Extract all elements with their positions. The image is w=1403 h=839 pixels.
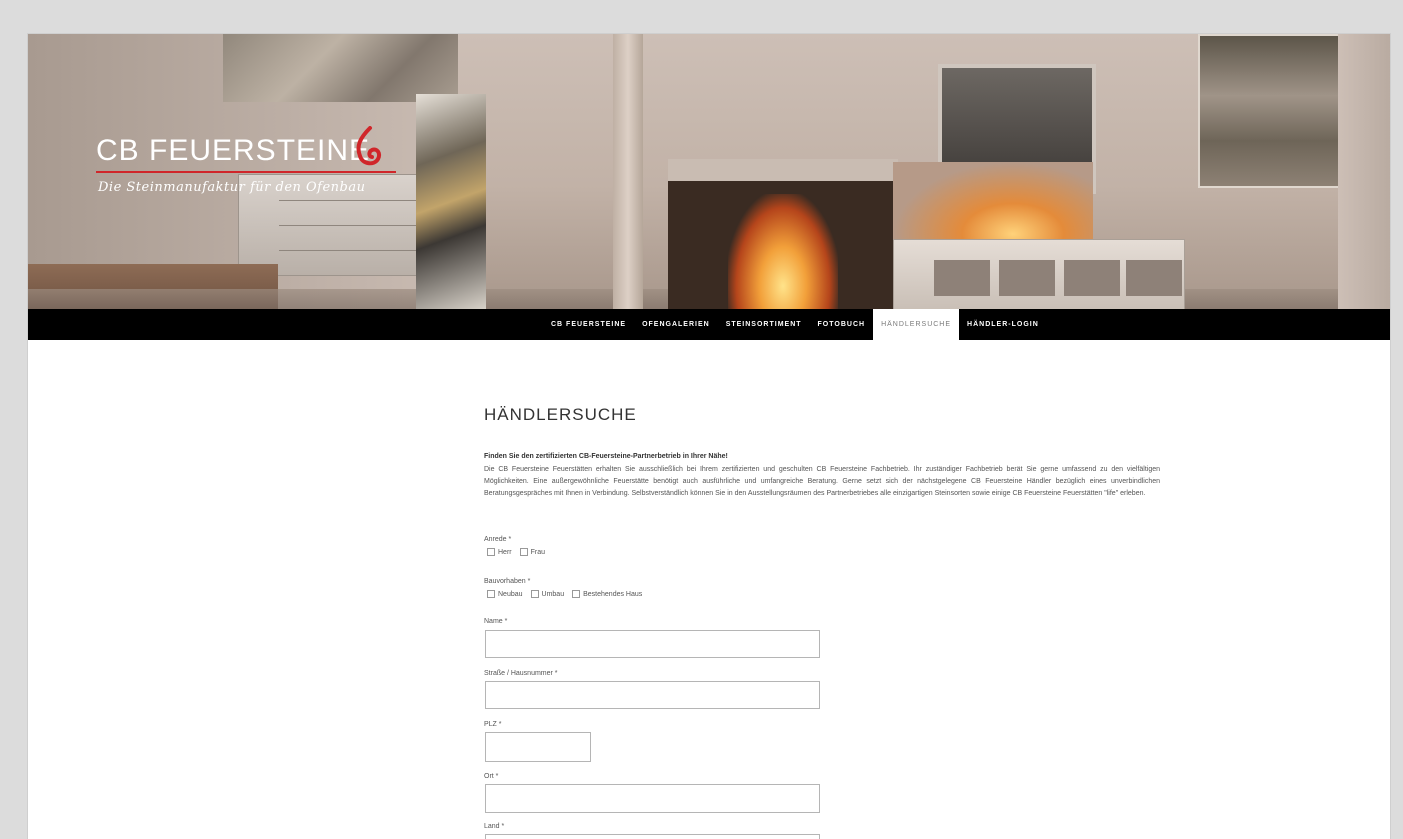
nav-item-haendler-login[interactable]: HÄNDLER-LOGIN: [959, 309, 1047, 340]
nav-items: CB FEUERSTEINE OFENGALERIEN STEINSORTIME…: [543, 309, 1047, 340]
land-input[interactable]: [485, 834, 820, 839]
land-label: Land *: [484, 823, 505, 830]
flame-icon: [356, 126, 382, 166]
brand-logo-title[interactable]: CB FEUERSTEINE: [96, 134, 370, 168]
anrede-option-frau[interactable]: Frau: [519, 548, 546, 556]
checkbox-icon[interactable]: [487, 590, 495, 598]
checkbox-icon[interactable]: [530, 590, 539, 598]
page-frame: CB FEUERSTEINE Die Steinmanufaktur für d…: [28, 34, 1390, 839]
brand-rule: [96, 171, 396, 173]
banner-portrait: [1198, 34, 1340, 188]
bauvorhaben-label: Bauvorhaben *: [484, 578, 531, 585]
option-label: Umbau: [541, 590, 565, 598]
ort-label: Ort *: [484, 773, 499, 780]
banner-panel-art: [416, 94, 486, 309]
header-banner: CB FEUERSTEINE Die Steinmanufaktur für d…: [28, 34, 1390, 309]
banner-wall-right: [1338, 34, 1390, 309]
checkbox-icon[interactable]: [487, 548, 495, 556]
checkbox-icon[interactable]: [572, 590, 581, 598]
option-label: Bestehendes Haus: [583, 590, 643, 598]
plz-input[interactable]: [485, 732, 591, 762]
plz-label: PLZ *: [484, 721, 502, 728]
anrede-option-herr[interactable]: Herr: [487, 548, 512, 556]
option-label: Frau: [530, 548, 546, 556]
checkbox-icon[interactable]: [519, 548, 528, 556]
banner-sideboard: [893, 239, 1185, 309]
nav-item-cb-feuersteine[interactable]: CB FEUERSTEINE: [543, 309, 634, 340]
intro-text: Die CB Feuersteine Feuerstätten erhalten…: [484, 466, 1160, 497]
nav-item-steinsortiment[interactable]: STEINSORTIMENT: [718, 309, 810, 340]
ort-input[interactable]: [485, 784, 820, 813]
banner-fire: [728, 194, 838, 309]
intro-heading: Finden Sie den zertifizierten CB-Feuerst…: [484, 453, 728, 460]
banner-pillar: [613, 34, 643, 309]
nav-item-ofengalerien[interactable]: OFENGALERIEN: [634, 309, 718, 340]
nav-item-fotobuch[interactable]: FOTOBUCH: [810, 309, 874, 340]
bauvorhaben-option-neubau[interactable]: Neubau: [487, 590, 523, 598]
bauvorhaben-option-umbau[interactable]: Umbau: [530, 590, 565, 598]
main-nav: CB FEUERSTEINE OFENGALERIEN STEINSORTIME…: [28, 309, 1390, 340]
name-input[interactable]: [485, 630, 820, 658]
anrede-label: Anrede *: [484, 536, 512, 543]
banner-fire-second: [893, 162, 1093, 242]
banner-artwork-top: [223, 34, 458, 102]
option-label: Herr: [498, 548, 512, 556]
name-label: Name *: [484, 618, 508, 625]
anrede-options: Herr Frau: [487, 548, 545, 556]
option-label: Neubau: [498, 590, 523, 598]
brand-subtitle: Die Steinmanufaktur für den Ofenbau: [98, 180, 366, 195]
bauvorhaben-option-bestehendes-haus[interactable]: Bestehendes Haus: [572, 590, 642, 598]
bauvorhaben-options: Neubau Umbau Bestehendes Haus: [487, 590, 642, 598]
nav-item-haendlersuche[interactable]: HÄNDLERSUCHE: [873, 309, 960, 340]
strasse-input[interactable]: [485, 681, 820, 709]
strasse-label: Straße / Hausnummer *: [484, 670, 558, 677]
page-title: HÄNDLERSUCHE: [484, 405, 637, 424]
